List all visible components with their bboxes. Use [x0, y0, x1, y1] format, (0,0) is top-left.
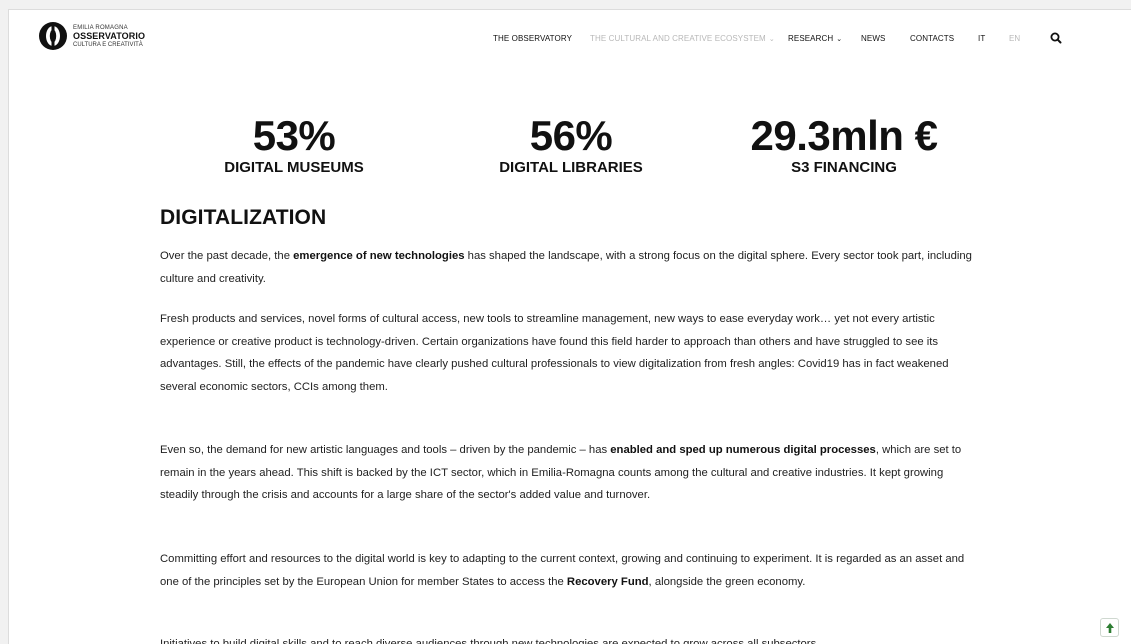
scroll-top-button[interactable]: [1100, 618, 1119, 637]
highlight-text: emergence of new technologies: [293, 250, 465, 262]
stat-value: 29.3mln €: [750, 112, 938, 159]
page: Emilia Romagna OSSERVATORIO Cultura e Cr…: [8, 9, 1131, 644]
arrow-up-icon: [1105, 622, 1114, 633]
nav-label: THE OBSERVATORY: [493, 34, 573, 43]
text: Over the past decade, the: [160, 250, 294, 262]
text: Committing effort and resources to the d…: [160, 553, 965, 588]
paragraph-5: Initiatives to build digital skills and …: [160, 638, 817, 644]
paragraph-3: Even so, the demand for new artistic lan…: [160, 439, 980, 507]
nav-item-observatory[interactable]: THE OBSERVATORY: [493, 34, 572, 43]
logo-text: Emilia Romagna OSSERVATORIO Cultura e Cr…: [73, 25, 145, 48]
stat-digital-libraries: 56% DIGITAL LIBRARIES: [471, 112, 671, 176]
nav-item-lang-it[interactable]: IT: [978, 34, 985, 43]
logo-name: OSSERVATORIO: [73, 30, 146, 41]
section-title: DIGITALIZATION: [160, 206, 327, 229]
site-logo[interactable]: Emilia Romagna OSSERVATORIO Cultura e Cr…: [38, 21, 145, 51]
stat-digital-museums: 53% DIGITAL MUSEUMS: [194, 112, 394, 176]
nav-item-news[interactable]: NEWS: [861, 34, 885, 43]
stat-s3-financing: 29.3mln € S3 FINANCING: [719, 112, 969, 176]
nav-label: RESEARCH: [788, 34, 834, 43]
stat-label: DIGITAL LIBRARIES: [499, 159, 643, 176]
nav-label: CONTACTS: [910, 34, 955, 43]
chevron-down-icon: ⌄: [836, 36, 843, 43]
stat-value: 56%: [529, 112, 613, 159]
nav-label: NEWS: [861, 34, 886, 43]
nav-item-lang-en[interactable]: EN: [1009, 34, 1020, 43]
chevron-down-icon: ⌄: [768, 36, 775, 43]
logo-region: Emilia Romagna: [73, 24, 128, 31]
logo-tagline: Cultura e Creatività: [73, 41, 143, 48]
nav-item-ecosystem[interactable]: THE CULTURAL AND CREATIVE ECOSYSTEM ⌄: [590, 34, 775, 43]
stat-value: 53%: [252, 112, 336, 159]
stat-label: DIGITAL MUSEUMS: [224, 159, 364, 176]
nav-item-research[interactable]: RESEARCH ⌄: [788, 34, 842, 43]
nav-label: IT: [978, 34, 986, 43]
nav-item-contacts[interactable]: CONTACTS: [910, 34, 954, 43]
text: , alongside the green economy.: [648, 575, 806, 588]
logo-icon: [39, 22, 67, 50]
paragraph-1: Over the past decade, the emergence of n…: [160, 245, 980, 290]
stat-label: S3 FINANCING: [791, 159, 897, 176]
text: Even so, the demand for new artistic lan…: [160, 444, 611, 456]
search-icon[interactable]: [1049, 31, 1063, 45]
highlight-text: enabled and sped up numerous digital pro…: [610, 444, 876, 456]
paragraph-2: Fresh products and services, novel forms…: [160, 313, 949, 393]
nav-label: EN: [1009, 34, 1021, 43]
site-header: Emilia Romagna OSSERVATORIO Cultura e Cr…: [9, 10, 1131, 68]
paragraph-4: Committing effort and resources to the d…: [160, 548, 980, 593]
link-recovery-fund[interactable]: Recovery Fund: [567, 576, 649, 588]
nav-label: THE CULTURAL AND CREATIVE ECOSYSTEM: [590, 34, 766, 43]
